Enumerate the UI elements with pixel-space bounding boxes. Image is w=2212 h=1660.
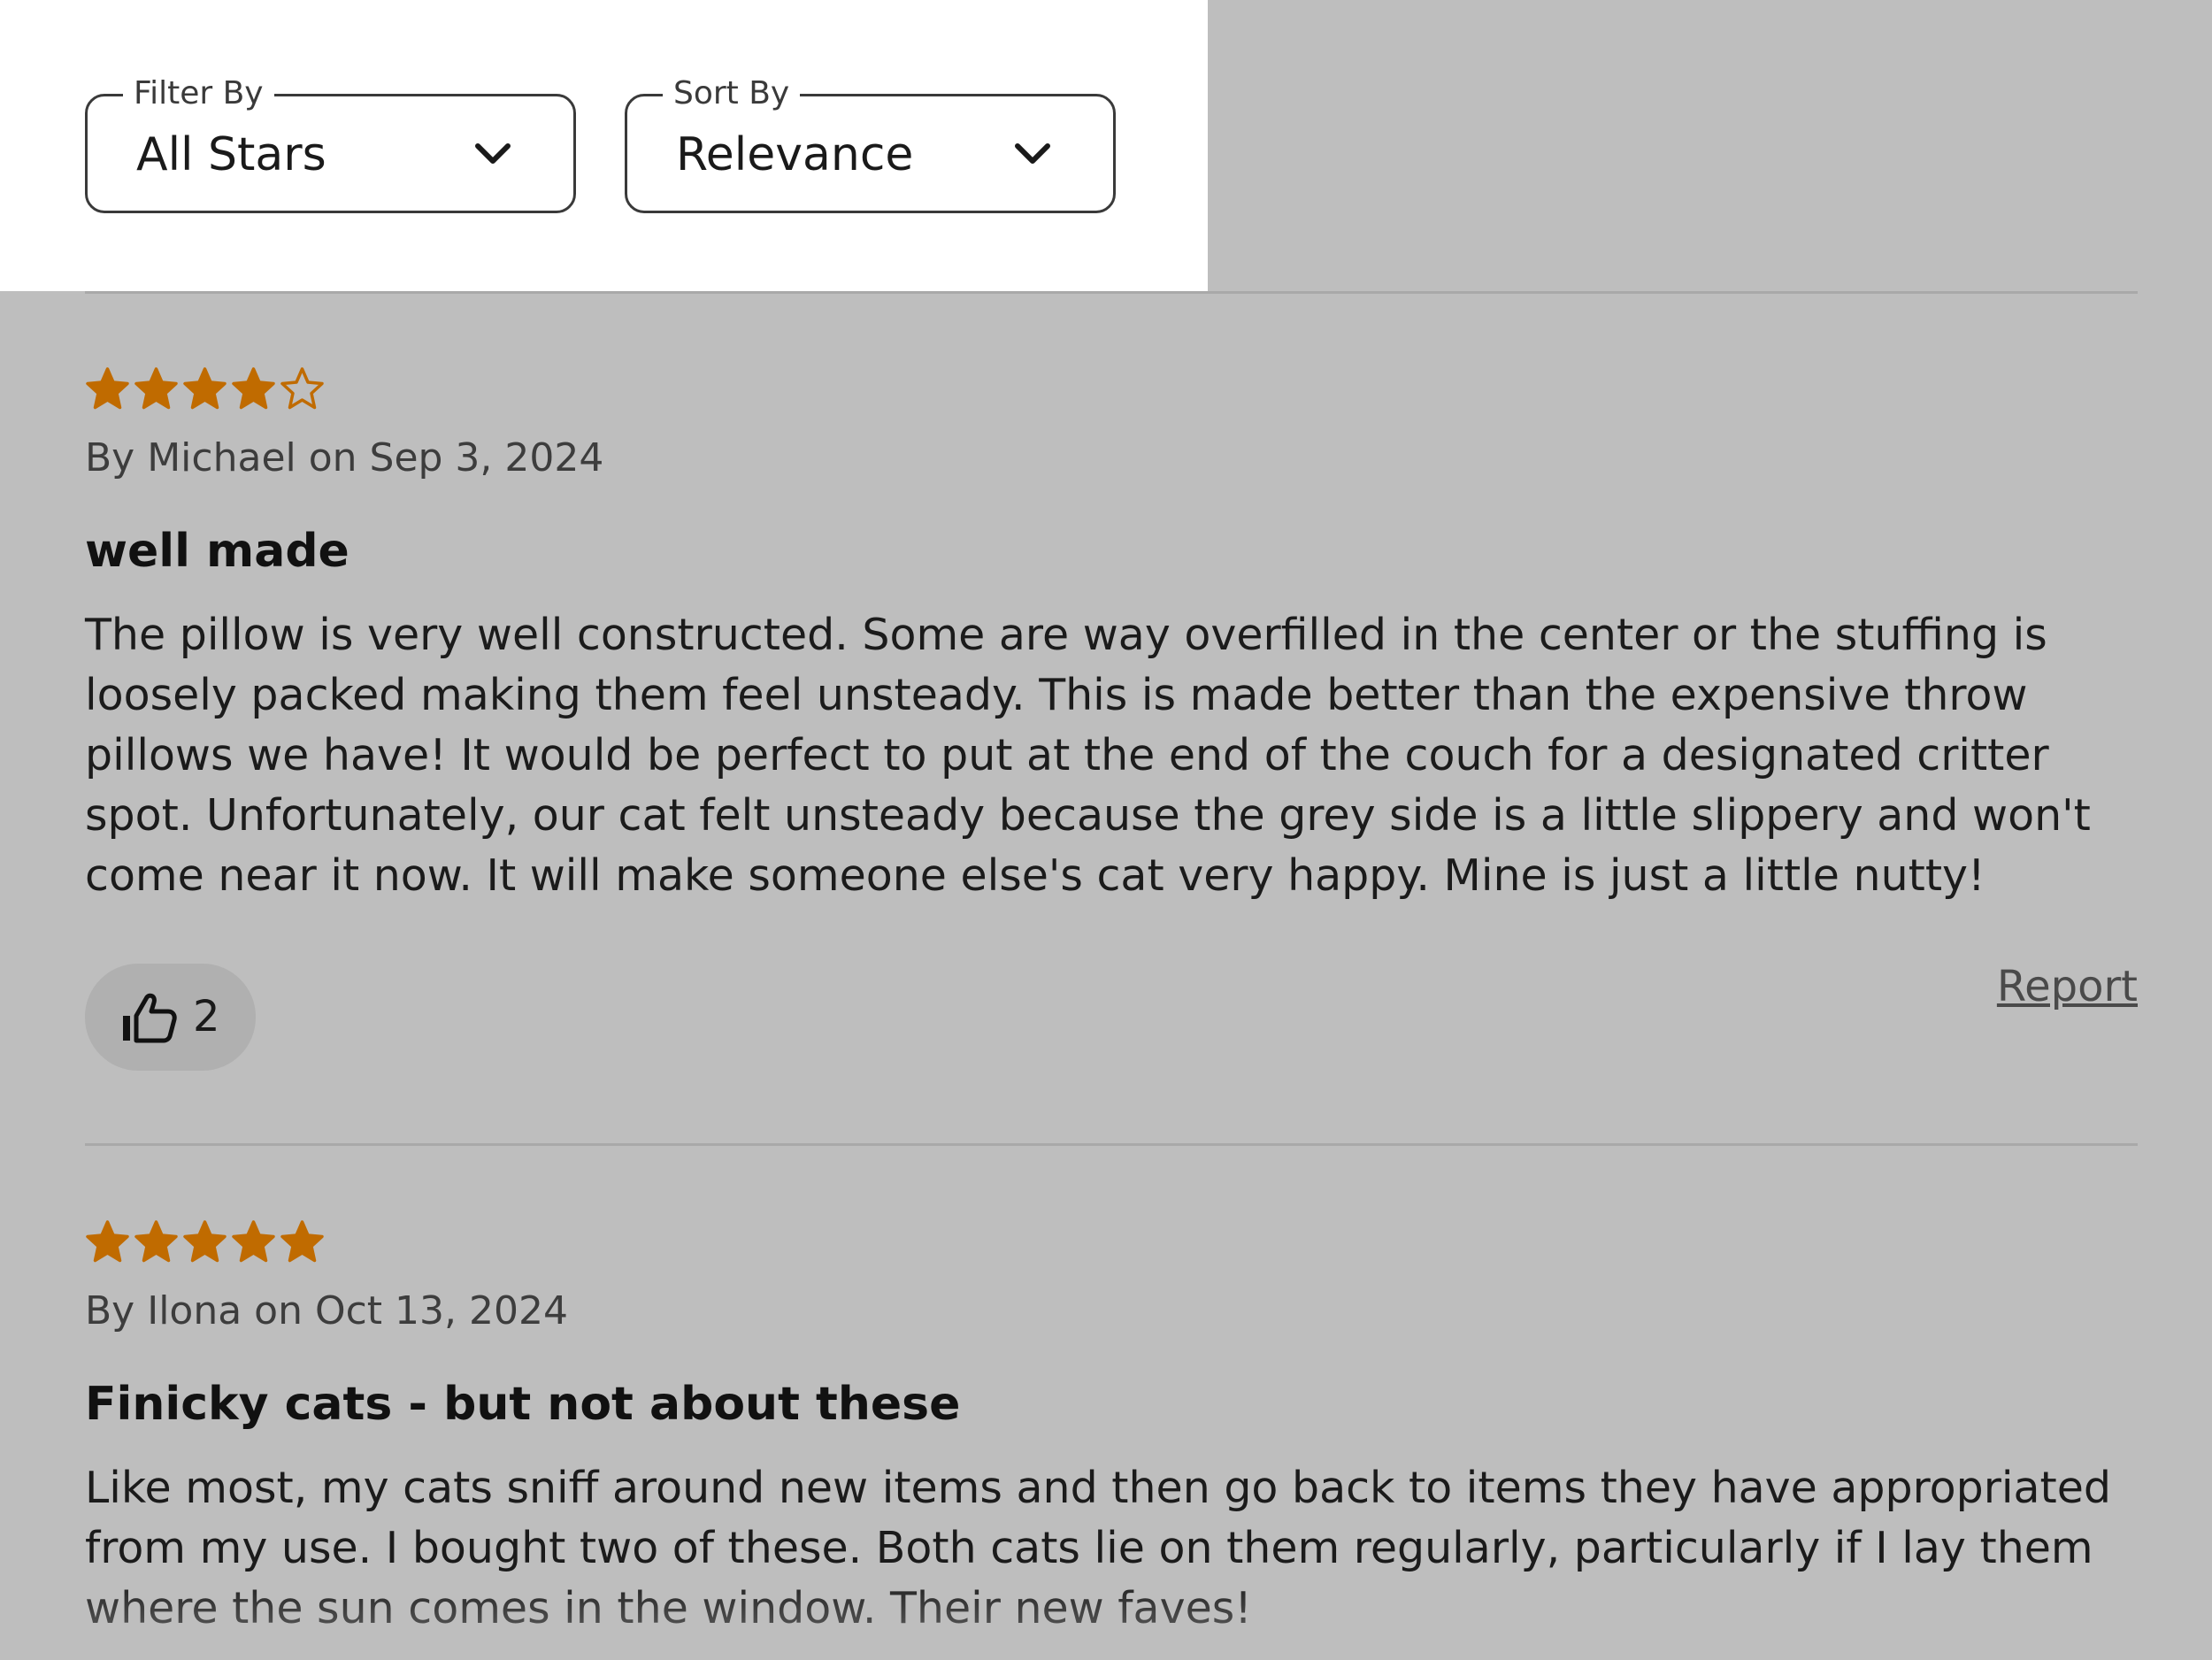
star-filled-icon (280, 1220, 324, 1263)
thumbs-up-icon (123, 993, 177, 1043)
star-filled-icon (86, 1220, 129, 1263)
helpful-button[interactable]: 2 (85, 964, 256, 1071)
review-body: Like most, my cats sniff around new item… (85, 1463, 2112, 1633)
filter-panel: Filter By All Stars Sort By Relevance (0, 0, 1208, 291)
chevron-down-icon (475, 143, 511, 164)
review-card: By Michael on Sep 3, 2024 well made The … (85, 366, 2138, 906)
star-rating (85, 1219, 2138, 1267)
star-filled-icon (86, 367, 129, 410)
sort-by-select[interactable]: Sort By Relevance (625, 73, 1116, 213)
review-actions: 2 Report (85, 962, 2138, 1071)
filter-by-select[interactable]: Filter By All Stars (85, 73, 576, 213)
star-filled-icon (232, 1220, 275, 1263)
star-filled-icon (134, 1220, 178, 1263)
reviews-page: Filter By All Stars Sort By Relevance By… (0, 0, 2212, 1660)
filter-by-value: All Stars (136, 128, 326, 181)
chevron-down-icon (1015, 143, 1050, 164)
review-body: The pillow is very well constructed. Som… (85, 610, 2091, 901)
report-link[interactable]: Report (1997, 960, 2138, 1013)
divider (85, 1143, 2138, 1146)
star-filled-icon (183, 367, 227, 410)
star-rating (85, 366, 2138, 414)
star-filled-icon (183, 1220, 227, 1263)
review-card: By Ilona on Oct 13, 2024 Finicky cats - … (85, 1219, 2138, 1639)
review-byline: By Michael on Sep 3, 2024 (85, 435, 604, 480)
sort-by-value: Relevance (676, 128, 914, 181)
helpful-count: 2 (193, 992, 220, 1041)
review-title: well made (85, 525, 349, 578)
star-empty-icon (280, 367, 324, 410)
star-filled-icon (134, 367, 178, 410)
star-filled-icon (232, 367, 275, 410)
filter-by-label: Filter By (123, 73, 274, 114)
review-title: Finicky cats - but not about these (85, 1378, 961, 1431)
sort-by-label: Sort By (663, 73, 801, 114)
divider (85, 291, 2138, 294)
review-byline: By Ilona on Oct 13, 2024 (85, 1288, 568, 1333)
